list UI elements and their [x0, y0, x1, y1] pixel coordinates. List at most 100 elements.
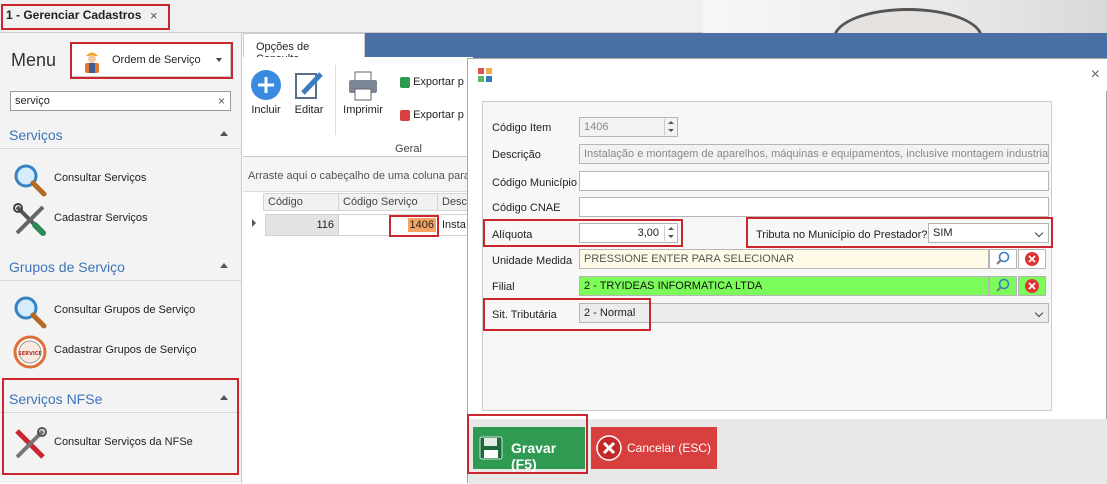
- save-button-label: Gravar (F5): [511, 440, 557, 472]
- label-filial: Filial: [492, 281, 515, 293]
- module-select[interactable]: Ordem de Serviço: [71, 43, 231, 77]
- label-codigo-cnae: Código CNAE: [492, 202, 561, 214]
- export-button-1[interactable]: Exportar p: [400, 76, 464, 88]
- chevron-down-icon: [1034, 308, 1044, 318]
- sit-tributaria-select[interactable]: 2 - Normal: [579, 303, 1049, 323]
- cancel-icon: [596, 435, 622, 461]
- label-codigo-item: Código Item: [492, 122, 552, 134]
- search-icon: [996, 251, 1010, 265]
- label-aliquota: Alíquota: [492, 229, 533, 241]
- search-button[interactable]: [989, 249, 1017, 269]
- column-header-codigo[interactable]: Código: [263, 193, 339, 211]
- section-grupos-de-servico[interactable]: Grupos de Serviço: [0, 251, 241, 281]
- table-row-codigo[interactable]: 116: [265, 214, 339, 236]
- tributa-select[interactable]: SIM: [928, 223, 1049, 243]
- chevron-down-icon: [216, 58, 222, 62]
- ribbon-header-strip: [365, 33, 1107, 58]
- print-button-label: Imprimir: [343, 104, 383, 116]
- descricao-field[interactable]: Instalação e montagem de aparelhos, máqu…: [579, 144, 1049, 164]
- filial-field[interactable]: 2 - TRYIDEAS INFORMATICA LTDA: [579, 276, 989, 296]
- clear-button[interactable]: [1018, 276, 1046, 296]
- dialog-titlebar: ×: [468, 59, 1107, 91]
- app-icon: [478, 68, 492, 82]
- add-button[interactable]: Incluir: [249, 69, 283, 116]
- spin-icon[interactable]: [664, 119, 676, 135]
- pdf-icon: [400, 109, 410, 121]
- menu-label: Menu: [11, 50, 57, 70]
- clear-button[interactable]: [1018, 249, 1046, 269]
- service-badge-icon: SERVICE: [13, 335, 47, 369]
- cancel-button[interactable]: Cancelar (ESC): [591, 427, 717, 469]
- row-indicator-icon: [252, 219, 256, 227]
- table-row-codigo-servico[interactable]: 1406: [338, 214, 438, 236]
- codigo-cnae-field[interactable]: [579, 197, 1049, 217]
- selected-cell-value: 1406: [407, 218, 436, 232]
- menu-item-consultar-servicos[interactable]: Consultar Serviços: [0, 158, 241, 198]
- edit-icon: [295, 72, 323, 99]
- background-photo: [703, 0, 1107, 68]
- tools-red-icon: [15, 427, 47, 459]
- clear-icon: [1025, 252, 1039, 266]
- plus-circle-icon: [251, 70, 281, 100]
- codigo-municipio-field[interactable]: [579, 171, 1049, 191]
- search-input-value: serviço: [15, 95, 50, 107]
- chevron-down-icon: [1034, 228, 1044, 238]
- aliquota-field[interactable]: 3,00: [579, 223, 678, 243]
- group-drag-hint: Arraste aqui o cabeçalho de uma coluna p…: [243, 157, 473, 192]
- search-input[interactable]: serviço ×: [10, 91, 231, 111]
- codigo-item-field[interactable]: 1406: [579, 117, 678, 137]
- tab-gerenciar-cadastros[interactable]: 1 - Gerenciar Cadastros: [6, 8, 141, 22]
- section-title: Grupos de Serviço: [9, 259, 125, 275]
- clear-icon: [1025, 279, 1039, 293]
- menu-item-consultar-servicos-nfse[interactable]: Consultar Serviços da NFSe: [0, 422, 241, 462]
- label-sit-tributaria: Sit. Tributária: [492, 309, 557, 321]
- close-icon[interactable]: ×: [1091, 66, 1100, 84]
- search-icon: [996, 278, 1010, 292]
- menu-item-label: Cadastrar Grupos de Serviço: [54, 344, 197, 356]
- aliquota-value: 3,00: [637, 227, 659, 239]
- codigo-item-value: 1406: [584, 121, 609, 133]
- export-button-1-label: Exportar p: [413, 76, 464, 88]
- print-button[interactable]: Imprimir: [341, 71, 385, 116]
- collapse-icon[interactable]: [220, 263, 228, 268]
- collapse-icon[interactable]: [220, 395, 228, 400]
- spin-icon[interactable]: [664, 225, 676, 241]
- section-servicos-nfse[interactable]: Serviços NFSe: [0, 383, 241, 413]
- unidade-medida-field[interactable]: PRESSIONE ENTER PARA SELECIONAR: [579, 249, 989, 269]
- label-descricao: Descrição: [492, 149, 541, 161]
- tab-close-icon[interactable]: ×: [150, 8, 158, 23]
- printer-icon: [349, 71, 377, 101]
- magnifier-icon: [14, 296, 47, 329]
- ribbon-group-label: Geral: [395, 143, 422, 155]
- column-header-codigo-servico[interactable]: Código Serviço: [338, 193, 438, 211]
- menu-item-cadastrar-servicos[interactable]: Cadastrar Serviços: [0, 198, 241, 238]
- edit-button-label: Editar: [294, 104, 324, 116]
- service-edit-dialog: × Código Item 1406 Descrição Instalação …: [467, 58, 1107, 484]
- search-button[interactable]: [989, 276, 1017, 296]
- excel-icon: [400, 76, 410, 88]
- clear-icon[interactable]: ×: [218, 94, 225, 108]
- section-servicos[interactable]: Serviços: [0, 119, 241, 149]
- tributa-value: SIM: [933, 227, 953, 239]
- menu-item-label: Consultar Serviços da NFSe: [54, 436, 193, 448]
- module-select-value: Ordem de Serviço: [112, 54, 201, 66]
- menu-item-consultar-grupos[interactable]: Consultar Grupos de Serviço: [0, 290, 241, 330]
- ribbon: Incluir Editar Imprimir Exportar p Expor…: [243, 57, 473, 157]
- export-button-2-label: Exportar p: [413, 109, 464, 121]
- label-codigo-municipio: Código Município: [492, 177, 577, 189]
- dialog-footer: Gravar (F5) Cancelar (ESC): [468, 419, 1107, 484]
- tab-opcoes-de-consulta[interactable]: Opções de Consulta: [243, 33, 365, 65]
- export-button-2[interactable]: Exportar p: [400, 109, 464, 121]
- worker-icon: [85, 52, 99, 73]
- label-unidade-medida: Unidade Medida: [492, 255, 573, 267]
- collapse-icon[interactable]: [220, 131, 228, 136]
- sit-tributaria-value: 2 - Normal: [584, 307, 636, 319]
- cancel-button-label: Cancelar (ESC): [627, 441, 712, 455]
- menu-item-label: Cadastrar Serviços: [54, 212, 148, 224]
- edit-button[interactable]: Editar: [291, 69, 327, 116]
- menu-item-cadastrar-grupos[interactable]: SERVICE Cadastrar Grupos de Serviço: [0, 330, 241, 370]
- save-button[interactable]: Gravar (F5): [473, 427, 585, 472]
- menu-item-label: Consultar Grupos de Serviço: [54, 304, 196, 316]
- results-grid: Arraste aqui o cabeçalho de uma coluna p…: [243, 157, 473, 483]
- add-button-label: Incluir: [251, 104, 281, 116]
